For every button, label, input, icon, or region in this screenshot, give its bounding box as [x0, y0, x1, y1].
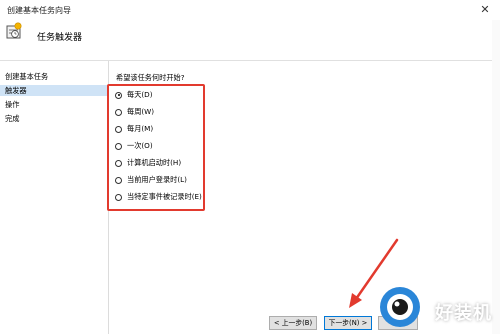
option-weekly[interactable]: 每周(W) [115, 106, 154, 118]
option-once[interactable]: 一次(O) [115, 140, 153, 152]
option-label: 每天(D) [127, 90, 153, 99]
option-label: 计算机启动时(H) [127, 158, 182, 167]
radio-button[interactable] [115, 91, 122, 99]
radio-button[interactable] [115, 125, 122, 133]
step-finish[interactable]: 完成 [0, 113, 108, 124]
option-user-logon[interactable]: 当前用户登录时(L) [115, 174, 187, 186]
option-monthly[interactable]: 每月(M) [115, 123, 153, 135]
option-daily[interactable]: 每天(D) [115, 89, 153, 101]
radio-button[interactable] [115, 159, 122, 167]
option-label: 一次(O) [127, 141, 153, 150]
back-button[interactable]: < 上一步(B) [269, 316, 317, 330]
radio-button[interactable] [115, 193, 122, 201]
option-label: 当特定事件被记录时(E) [127, 192, 202, 201]
step-action[interactable]: 操作 [0, 99, 108, 110]
watermark-text: 好装机 [435, 303, 492, 324]
task-scheduler-icon [6, 22, 22, 39]
window-title: 创建基本任务向导 [7, 6, 71, 15]
wizard-header: 任务触发器 [0, 20, 500, 61]
watermark: 好装机 [370, 283, 500, 334]
option-event-logged[interactable]: 当特定事件被记录时(E) [115, 191, 202, 203]
radio-button[interactable] [115, 142, 122, 150]
question-label: 希望该任务何时开始? [116, 73, 185, 82]
title-bar: 创建基本任务向导 ✕ [0, 0, 500, 20]
close-icon[interactable]: ✕ [478, 3, 492, 17]
watermark-logo-icon [380, 287, 420, 327]
radio-button[interactable] [115, 176, 122, 184]
header-title: 任务触发器 [37, 33, 83, 43]
steps-pane: 创建基本任务 触发器 操作 完成 [0, 61, 109, 334]
option-computer-startup[interactable]: 计算机启动时(H) [115, 157, 181, 169]
step-trigger[interactable]: 触发器 [0, 85, 108, 96]
next-button[interactable]: 下一步(N) > [324, 316, 372, 330]
step-create-basic-task[interactable]: 创建基本任务 [0, 71, 108, 82]
option-label: 每周(W) [127, 107, 155, 116]
radio-button[interactable] [115, 108, 122, 116]
option-label: 当前用户登录时(L) [127, 175, 187, 184]
option-label: 每月(M) [127, 124, 154, 133]
